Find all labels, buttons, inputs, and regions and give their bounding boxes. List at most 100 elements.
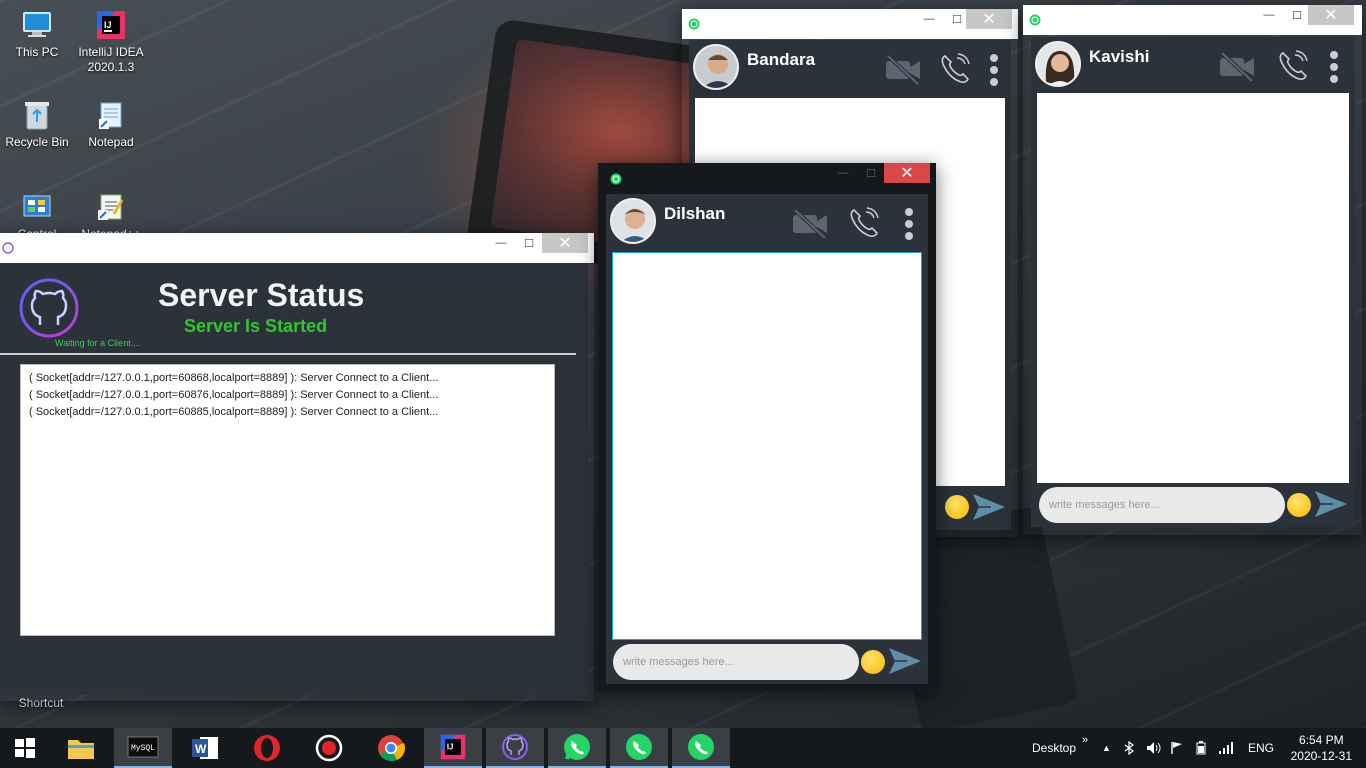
whatsapp-button[interactable] — [610, 728, 668, 768]
send-icon[interactable] — [887, 646, 923, 681]
intellij-button[interactable]: IJ — [424, 728, 482, 768]
send-icon[interactable] — [971, 492, 1007, 527]
chrome-button[interactable] — [362, 728, 420, 768]
intellij-icon: IJ — [94, 8, 128, 42]
file-explorer-button[interactable] — [52, 728, 110, 768]
video-call-off-icon[interactable] — [883, 52, 923, 91]
window-titlebar[interactable]: — ☐ ✕ — [1023, 5, 1362, 35]
voice-call-icon[interactable] — [846, 206, 882, 245]
close-button[interactable]: ✕ — [966, 9, 1012, 29]
desktop-icon-intellij[interactable]: IJ IntelliJ IDEA 2020.1.3 — [74, 8, 148, 75]
record-icon — [315, 734, 343, 762]
server-status-text: Server Is Started — [184, 316, 328, 336]
svg-text:MySQL: MySQL — [131, 744, 155, 753]
recycle-bin-icon — [20, 98, 54, 132]
obs-button[interactable] — [300, 728, 358, 768]
svg-text:W: W — [195, 742, 207, 756]
send-icon[interactable] — [1313, 489, 1349, 524]
avatar — [693, 44, 739, 90]
emoji-icon[interactable] — [1287, 493, 1311, 517]
this-pc-icon — [20, 8, 54, 42]
more-options-icon[interactable] — [904, 208, 914, 245]
whatsapp-icon — [626, 734, 652, 760]
whatsapp-icon — [688, 734, 714, 760]
message-input[interactable] — [613, 644, 859, 680]
mysql-icon: MySQL — [127, 736, 159, 758]
chat-window-kavishi: — ☐ ✕ Kavishi — [1023, 5, 1362, 535]
log-row: ( Socket[addr=/127.0.0.1,port=60876,loca… — [29, 389, 439, 401]
emoji-icon[interactable] — [945, 495, 969, 519]
avatar — [610, 198, 656, 244]
action-center-flag-icon[interactable] — [1170, 728, 1184, 768]
start-button[interactable] — [0, 728, 50, 768]
voice-call-icon[interactable] — [937, 52, 973, 91]
taskbar: MySQL W IJ Desktop » ▲ ENG 6:54 PM 2020-… — [0, 728, 1366, 768]
battery-icon[interactable] — [1194, 728, 1210, 768]
window-titlebar[interactable]: — ☐ ✕ — [682, 9, 1018, 39]
opera-button[interactable] — [238, 728, 296, 768]
taskbar-clock[interactable]: 6:54 PM 2020-12-31 — [1291, 732, 1352, 764]
server-app-button[interactable] — [486, 728, 544, 768]
close-button[interactable]: ✕ — [884, 163, 930, 183]
voice-call-icon[interactable] — [1275, 49, 1311, 88]
svg-text:IJ: IJ — [447, 743, 454, 752]
desktop-icon-notepad[interactable]: Notepad — [74, 98, 148, 150]
message-area[interactable] — [1037, 93, 1349, 483]
more-options-icon[interactable] — [989, 54, 999, 91]
maximize-button[interactable]: ☐ — [514, 233, 544, 253]
minimize-button[interactable]: — — [914, 9, 944, 29]
chat-body: Dilshan — [606, 194, 928, 684]
more-options-icon[interactable] — [1329, 51, 1339, 88]
desktop-toolbar-label[interactable]: Desktop — [1032, 728, 1076, 768]
log-row: ( Socket[addr=/127.0.0.1,port=60885,loca… — [29, 406, 439, 418]
chat-body: Kavishi — [1031, 37, 1355, 527]
network-signal-icon[interactable] — [1218, 728, 1234, 768]
notepad-plus-plus-icon — [94, 190, 128, 224]
whatsapp-icon — [1029, 13, 1041, 26]
chrome-icon — [378, 735, 405, 762]
tray-overflow-icon[interactable]: ▲ — [1102, 728, 1111, 768]
window-titlebar[interactable]: — ☐ ✕ — [0, 233, 594, 263]
divider — [0, 353, 576, 355]
video-call-off-icon[interactable] — [1217, 49, 1257, 88]
minimize-button[interactable]: — — [828, 163, 858, 183]
close-button[interactable]: ✕ — [1308, 5, 1354, 25]
avatar — [1035, 41, 1081, 87]
toolbar-chevron[interactable]: » — [1082, 720, 1088, 760]
windows-icon — [15, 738, 35, 758]
desktop-icon-label: This PC — [15, 45, 59, 59]
maximize-button[interactable]: ☐ — [856, 163, 886, 183]
chat-header: Kavishi — [1031, 37, 1355, 93]
github-icon — [502, 734, 528, 760]
volume-icon[interactable] — [1146, 728, 1162, 768]
message-area[interactable] — [612, 252, 922, 640]
desktop-icon-label: Recycle Bin — [5, 135, 69, 149]
svg-text:IJ: IJ — [104, 20, 112, 30]
word-button[interactable]: W — [176, 728, 234, 768]
desktop-icon-this-pc[interactable]: This PC — [0, 8, 74, 60]
window-titlebar[interactable]: — ☐ ✕ — [598, 163, 936, 193]
chat-header: Dilshan — [606, 194, 928, 250]
folder-icon — [68, 740, 94, 759]
server-log[interactable]: ( Socket[addr=/127.0.0.1,port=60868,loca… — [20, 364, 555, 636]
waiting-text: Waiting for a Client.... — [55, 338, 141, 348]
video-call-off-icon[interactable] — [790, 206, 830, 245]
whatsapp-button[interactable] — [672, 728, 730, 768]
contact-name: Dilshan — [664, 204, 726, 223]
message-input[interactable] — [1039, 487, 1285, 523]
whatsapp-icon — [688, 17, 700, 30]
minimize-button[interactable]: — — [1254, 5, 1284, 25]
server-status-window: — ☐ ✕ Server Status Server Is Started Wa… — [0, 233, 594, 701]
desktop-icon-recycle-bin[interactable]: Recycle Bin — [0, 98, 74, 150]
log-row: ( Socket[addr=/127.0.0.1,port=60868,loca… — [29, 372, 439, 384]
emoji-icon[interactable] — [861, 650, 885, 674]
contact-name: Kavishi — [1089, 47, 1150, 66]
mysql-button[interactable]: MySQL — [114, 728, 172, 768]
bluetooth-icon[interactable] — [1124, 728, 1134, 768]
opera-icon — [254, 735, 280, 761]
contact-name: Bandara — [747, 50, 816, 69]
language-indicator[interactable]: ENG — [1248, 728, 1274, 768]
whatsapp-button[interactable] — [548, 728, 606, 768]
close-button[interactable]: ✕ — [542, 233, 588, 253]
minimize-button[interactable]: — — [486, 233, 516, 253]
